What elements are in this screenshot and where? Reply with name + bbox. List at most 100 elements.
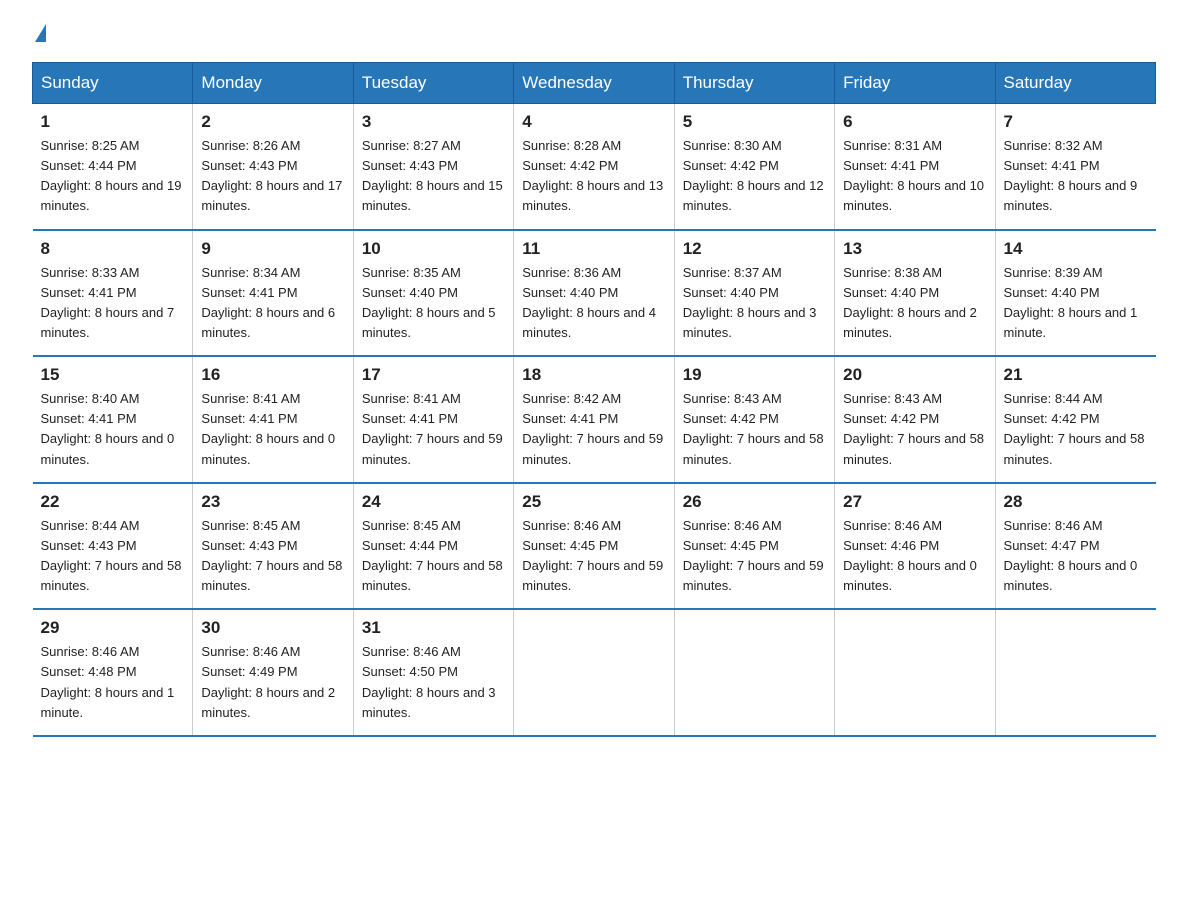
day-info: Sunrise: 8:40 AM Sunset: 4:41 PM Dayligh… <box>41 389 185 470</box>
day-info: Sunrise: 8:46 AM Sunset: 4:50 PM Dayligh… <box>362 642 505 723</box>
calendar-day-cell: 2 Sunrise: 8:26 AM Sunset: 4:43 PM Dayli… <box>193 104 353 230</box>
calendar-day-cell: 12 Sunrise: 8:37 AM Sunset: 4:40 PM Dayl… <box>674 230 834 357</box>
day-number: 6 <box>843 112 986 132</box>
day-number: 24 <box>362 492 505 512</box>
calendar-day-cell: 19 Sunrise: 8:43 AM Sunset: 4:42 PM Dayl… <box>674 356 834 483</box>
calendar-day-cell: 5 Sunrise: 8:30 AM Sunset: 4:42 PM Dayli… <box>674 104 834 230</box>
day-number: 13 <box>843 239 986 259</box>
calendar-day-cell <box>514 609 674 736</box>
day-info: Sunrise: 8:45 AM Sunset: 4:43 PM Dayligh… <box>201 516 344 597</box>
day-header-thursday: Thursday <box>674 63 834 104</box>
day-number: 8 <box>41 239 185 259</box>
day-info: Sunrise: 8:46 AM Sunset: 4:47 PM Dayligh… <box>1004 516 1148 597</box>
day-number: 31 <box>362 618 505 638</box>
calendar-week-row: 8 Sunrise: 8:33 AM Sunset: 4:41 PM Dayli… <box>33 230 1156 357</box>
day-header-sunday: Sunday <box>33 63 193 104</box>
day-info: Sunrise: 8:43 AM Sunset: 4:42 PM Dayligh… <box>683 389 826 470</box>
calendar-day-cell: 17 Sunrise: 8:41 AM Sunset: 4:41 PM Dayl… <box>353 356 513 483</box>
calendar-table: SundayMondayTuesdayWednesdayThursdayFrid… <box>32 62 1156 737</box>
day-header-saturday: Saturday <box>995 63 1155 104</box>
logo <box>32 24 46 42</box>
day-number: 22 <box>41 492 185 512</box>
day-number: 30 <box>201 618 344 638</box>
day-info: Sunrise: 8:27 AM Sunset: 4:43 PM Dayligh… <box>362 136 505 217</box>
day-info: Sunrise: 8:41 AM Sunset: 4:41 PM Dayligh… <box>201 389 344 470</box>
day-info: Sunrise: 8:28 AM Sunset: 4:42 PM Dayligh… <box>522 136 665 217</box>
day-number: 26 <box>683 492 826 512</box>
calendar-day-cell <box>995 609 1155 736</box>
day-number: 29 <box>41 618 185 638</box>
day-number: 23 <box>201 492 344 512</box>
day-number: 9 <box>201 239 344 259</box>
day-number: 4 <box>522 112 665 132</box>
calendar-day-cell: 7 Sunrise: 8:32 AM Sunset: 4:41 PM Dayli… <box>995 104 1155 230</box>
day-info: Sunrise: 8:38 AM Sunset: 4:40 PM Dayligh… <box>843 263 986 344</box>
calendar-day-cell: 30 Sunrise: 8:46 AM Sunset: 4:49 PM Dayl… <box>193 609 353 736</box>
calendar-day-cell: 9 Sunrise: 8:34 AM Sunset: 4:41 PM Dayli… <box>193 230 353 357</box>
calendar-day-cell: 23 Sunrise: 8:45 AM Sunset: 4:43 PM Dayl… <box>193 483 353 610</box>
day-info: Sunrise: 8:26 AM Sunset: 4:43 PM Dayligh… <box>201 136 344 217</box>
calendar-day-cell: 18 Sunrise: 8:42 AM Sunset: 4:41 PM Dayl… <box>514 356 674 483</box>
calendar-day-cell: 15 Sunrise: 8:40 AM Sunset: 4:41 PM Dayl… <box>33 356 193 483</box>
calendar-day-cell: 27 Sunrise: 8:46 AM Sunset: 4:46 PM Dayl… <box>835 483 995 610</box>
calendar-day-cell: 3 Sunrise: 8:27 AM Sunset: 4:43 PM Dayli… <box>353 104 513 230</box>
calendar-header-row: SundayMondayTuesdayWednesdayThursdayFrid… <box>33 63 1156 104</box>
calendar-day-cell: 4 Sunrise: 8:28 AM Sunset: 4:42 PM Dayli… <box>514 104 674 230</box>
day-number: 12 <box>683 239 826 259</box>
calendar-day-cell: 8 Sunrise: 8:33 AM Sunset: 4:41 PM Dayli… <box>33 230 193 357</box>
calendar-week-row: 15 Sunrise: 8:40 AM Sunset: 4:41 PM Dayl… <box>33 356 1156 483</box>
day-info: Sunrise: 8:42 AM Sunset: 4:41 PM Dayligh… <box>522 389 665 470</box>
day-number: 25 <box>522 492 665 512</box>
day-number: 10 <box>362 239 505 259</box>
day-number: 2 <box>201 112 344 132</box>
day-number: 20 <box>843 365 986 385</box>
day-info: Sunrise: 8:43 AM Sunset: 4:42 PM Dayligh… <box>843 389 986 470</box>
calendar-week-row: 22 Sunrise: 8:44 AM Sunset: 4:43 PM Dayl… <box>33 483 1156 610</box>
day-info: Sunrise: 8:44 AM Sunset: 4:43 PM Dayligh… <box>41 516 185 597</box>
day-number: 3 <box>362 112 505 132</box>
day-info: Sunrise: 8:32 AM Sunset: 4:41 PM Dayligh… <box>1004 136 1148 217</box>
day-number: 5 <box>683 112 826 132</box>
calendar-week-row: 29 Sunrise: 8:46 AM Sunset: 4:48 PM Dayl… <box>33 609 1156 736</box>
day-number: 18 <box>522 365 665 385</box>
day-info: Sunrise: 8:36 AM Sunset: 4:40 PM Dayligh… <box>522 263 665 344</box>
day-info: Sunrise: 8:46 AM Sunset: 4:46 PM Dayligh… <box>843 516 986 597</box>
day-number: 16 <box>201 365 344 385</box>
calendar-day-cell: 28 Sunrise: 8:46 AM Sunset: 4:47 PM Dayl… <box>995 483 1155 610</box>
day-number: 21 <box>1004 365 1148 385</box>
day-info: Sunrise: 8:31 AM Sunset: 4:41 PM Dayligh… <box>843 136 986 217</box>
day-header-monday: Monday <box>193 63 353 104</box>
day-info: Sunrise: 8:37 AM Sunset: 4:40 PM Dayligh… <box>683 263 826 344</box>
day-number: 15 <box>41 365 185 385</box>
day-info: Sunrise: 8:46 AM Sunset: 4:49 PM Dayligh… <box>201 642 344 723</box>
calendar-day-cell: 26 Sunrise: 8:46 AM Sunset: 4:45 PM Dayl… <box>674 483 834 610</box>
day-info: Sunrise: 8:46 AM Sunset: 4:45 PM Dayligh… <box>683 516 826 597</box>
logo-triangle-icon <box>35 24 46 42</box>
day-info: Sunrise: 8:30 AM Sunset: 4:42 PM Dayligh… <box>683 136 826 217</box>
day-number: 14 <box>1004 239 1148 259</box>
calendar-day-cell: 14 Sunrise: 8:39 AM Sunset: 4:40 PM Dayl… <box>995 230 1155 357</box>
calendar-day-cell: 13 Sunrise: 8:38 AM Sunset: 4:40 PM Dayl… <box>835 230 995 357</box>
page-header <box>32 24 1156 42</box>
calendar-day-cell <box>674 609 834 736</box>
day-number: 27 <box>843 492 986 512</box>
calendar-day-cell: 31 Sunrise: 8:46 AM Sunset: 4:50 PM Dayl… <box>353 609 513 736</box>
day-info: Sunrise: 8:46 AM Sunset: 4:48 PM Dayligh… <box>41 642 185 723</box>
day-info: Sunrise: 8:34 AM Sunset: 4:41 PM Dayligh… <box>201 263 344 344</box>
calendar-week-row: 1 Sunrise: 8:25 AM Sunset: 4:44 PM Dayli… <box>33 104 1156 230</box>
calendar-day-cell: 11 Sunrise: 8:36 AM Sunset: 4:40 PM Dayl… <box>514 230 674 357</box>
calendar-day-cell: 16 Sunrise: 8:41 AM Sunset: 4:41 PM Dayl… <box>193 356 353 483</box>
day-header-wednesday: Wednesday <box>514 63 674 104</box>
calendar-day-cell: 1 Sunrise: 8:25 AM Sunset: 4:44 PM Dayli… <box>33 104 193 230</box>
day-info: Sunrise: 8:39 AM Sunset: 4:40 PM Dayligh… <box>1004 263 1148 344</box>
day-number: 28 <box>1004 492 1148 512</box>
calendar-day-cell: 10 Sunrise: 8:35 AM Sunset: 4:40 PM Dayl… <box>353 230 513 357</box>
calendar-day-cell: 25 Sunrise: 8:46 AM Sunset: 4:45 PM Dayl… <box>514 483 674 610</box>
day-info: Sunrise: 8:25 AM Sunset: 4:44 PM Dayligh… <box>41 136 185 217</box>
calendar-day-cell: 20 Sunrise: 8:43 AM Sunset: 4:42 PM Dayl… <box>835 356 995 483</box>
day-info: Sunrise: 8:45 AM Sunset: 4:44 PM Dayligh… <box>362 516 505 597</box>
calendar-day-cell: 21 Sunrise: 8:44 AM Sunset: 4:42 PM Dayl… <box>995 356 1155 483</box>
calendar-day-cell: 29 Sunrise: 8:46 AM Sunset: 4:48 PM Dayl… <box>33 609 193 736</box>
day-header-tuesday: Tuesday <box>353 63 513 104</box>
calendar-day-cell: 22 Sunrise: 8:44 AM Sunset: 4:43 PM Dayl… <box>33 483 193 610</box>
